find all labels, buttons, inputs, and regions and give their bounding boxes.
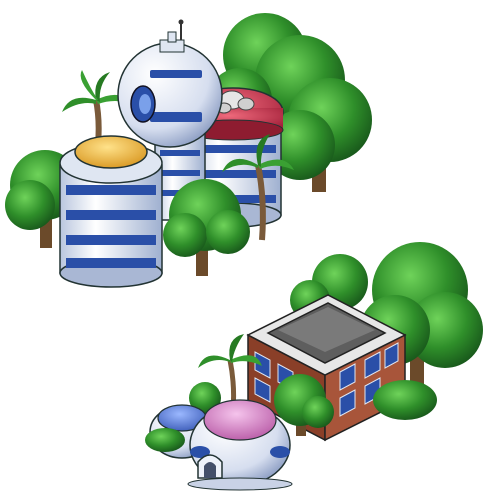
capsule-corp-dome-complex — [5, 13, 372, 288]
scene-svg — [5, 13, 483, 491]
hedge-right — [373, 380, 437, 420]
igloo-door — [197, 454, 223, 479]
game-scene — [0, 0, 491, 491]
brick-office-and-igloo-homes — [145, 242, 483, 491]
yellow-cap-tower — [59, 135, 163, 288]
antenna — [159, 19, 185, 53]
